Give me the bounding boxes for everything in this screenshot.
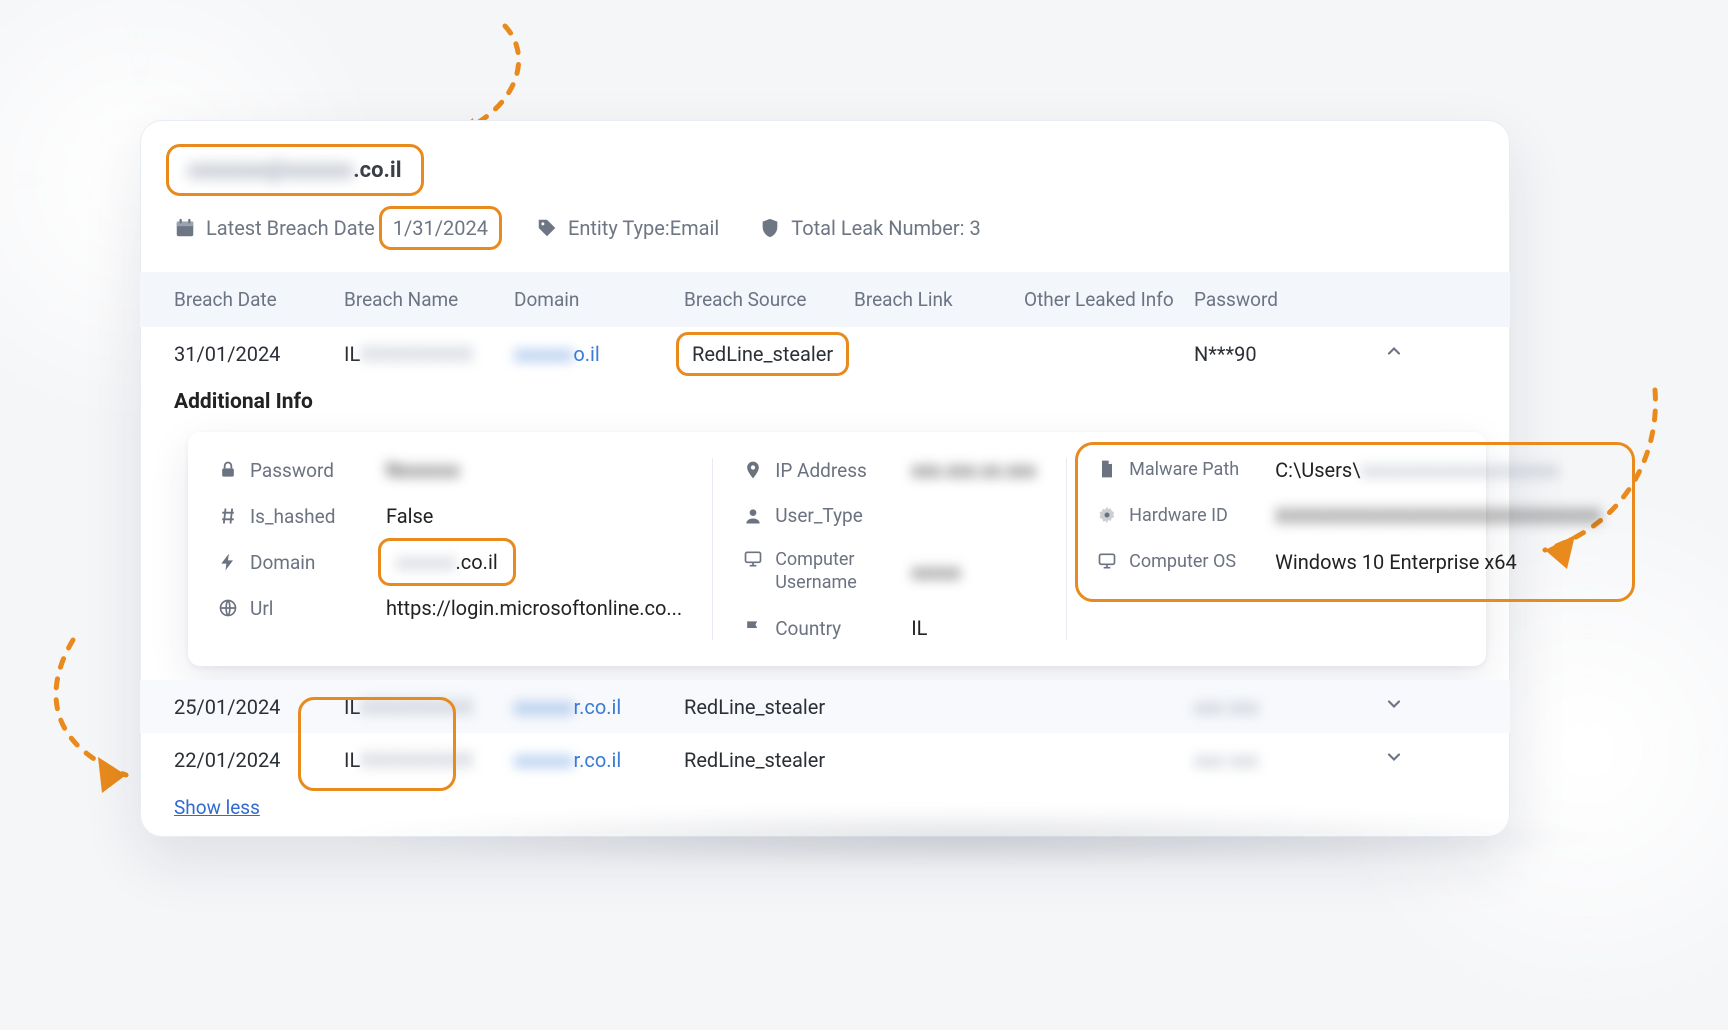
label-domain: Domain — [250, 551, 315, 574]
flag-icon — [743, 618, 763, 638]
monitor-icon — [1097, 551, 1117, 571]
col-domain: Domain — [514, 288, 684, 311]
cell-source: RedLine_stealer — [684, 695, 854, 719]
cell-domain[interactable]: xxxxxxr.co.il — [514, 748, 684, 772]
value-is-hashed: False — [386, 504, 682, 528]
additional-info-card: Password Nxxxxxx Is_hashed False Domain … — [188, 432, 1486, 666]
cell-domain[interactable]: xxxxxxo.il — [514, 342, 684, 366]
col-other-leaked: Other Leaked Info — [1024, 288, 1194, 311]
value-computer-os: Windows 10 Enterprise x64 — [1275, 550, 1601, 574]
pin-icon — [743, 460, 763, 480]
value-hardware-id: XXXXXXXXXXXXXXXXXXXXXXXXXX — [1275, 504, 1601, 528]
value-url: https://login.microsoftonline.co... — [386, 596, 682, 620]
monitor-icon — [743, 549, 763, 569]
cell-date: 25/01/2024 — [174, 695, 344, 719]
cell-name: ILXXXXXXXXX — [344, 695, 514, 719]
breach-detail-panel: xxxxxxx@xxxxxx .co.il Latest Breach Date… — [140, 120, 1510, 837]
cell-name: ILXXXXXXXXX — [344, 748, 514, 772]
value-computer-username: xxxxx — [911, 560, 1036, 584]
cell-password: N***90 — [1194, 342, 1354, 366]
table-header: Breach Date Breach Name Domain Breach So… — [140, 272, 1510, 327]
label-is-hashed: Is_hashed — [250, 505, 335, 528]
value-malware-path: C:\Users\xxxxxxxxxxxxxxxxxxxx — [1275, 458, 1601, 482]
col-password: Password — [1194, 288, 1354, 311]
cell-date: 31/01/2024 — [174, 342, 344, 366]
globe-icon — [218, 598, 238, 618]
panel-shadow — [320, 807, 1610, 867]
additional-info-title: Additional Info — [140, 380, 1510, 422]
hash-icon — [218, 506, 238, 526]
cell-source: RedLine_stealer — [684, 748, 854, 772]
label-country: Country — [775, 617, 841, 640]
summary-meta-row: Latest Breach Date 1/31/2024 Entity Type… — [174, 210, 1476, 264]
label-computer-os: Computer OS — [1129, 551, 1236, 574]
user-icon — [743, 506, 763, 526]
cell-name: ILXXXXXXXXX — [344, 342, 514, 366]
show-less-link[interactable]: Show less — [174, 796, 260, 819]
cell-password: xxx xxx — [1194, 748, 1354, 772]
label-malware-path: Malware Path — [1129, 459, 1239, 482]
label-url: Url — [250, 597, 273, 620]
value-ip: xxx.xxx.xx.xxx — [911, 458, 1036, 482]
col-breach-name: Breach Name — [344, 288, 514, 311]
chevron-down-icon[interactable] — [1354, 747, 1434, 772]
label-user-type: User_Type — [775, 504, 863, 527]
value-password: Nxxxxxx — [386, 458, 682, 482]
tag-icon — [536, 217, 558, 239]
lock-icon — [218, 460, 238, 480]
col-breach-source: Breach Source — [684, 288, 854, 311]
file-icon — [1097, 459, 1117, 479]
entity-type: Entity Type:Email — [536, 216, 719, 240]
latest-breach-date: Latest Breach Date 1/31/2024 — [174, 214, 496, 242]
table-row[interactable]: 25/01/2024 ILXXXXXXXXX xxxxxxr.co.il Red… — [140, 680, 1510, 733]
cell-source: RedLine_stealer — [684, 342, 854, 366]
chevron-down-icon[interactable] — [1354, 694, 1434, 719]
cog-icon — [1097, 505, 1117, 525]
email-title: xxxxxxx@xxxxxx .co.il — [174, 148, 416, 192]
table-row[interactable]: 22/01/2024 ILXXXXXXXXX xxxxxxr.co.il Red… — [140, 733, 1510, 786]
shield-icon — [759, 217, 781, 239]
total-leak-number: Total Leak Number: 3 — [759, 216, 980, 240]
value-country: IL — [911, 616, 1036, 640]
label-password: Password — [250, 459, 334, 482]
cell-date: 22/01/2024 — [174, 748, 344, 772]
cell-password: xxx xxx — [1194, 695, 1354, 719]
label-hardware-id: Hardware ID — [1129, 505, 1228, 528]
table-row[interactable]: 31/01/2024 ILXXXXXXXXX xxxxxxo.il RedLin… — [140, 327, 1510, 380]
chevron-up-icon[interactable] — [1354, 341, 1434, 366]
col-breach-date: Breach Date — [174, 288, 344, 311]
cell-domain[interactable]: xxxxxxr.co.il — [514, 695, 684, 719]
value-domain: xxxxxx.co.il — [386, 550, 682, 574]
calendar-icon — [174, 217, 196, 239]
bolt-icon — [218, 552, 238, 572]
latest-breach-value: 1/31/2024 — [393, 216, 488, 240]
col-breach-link: Breach Link — [854, 288, 1024, 311]
label-ip: IP Address — [775, 459, 867, 482]
label-computer-username: Computer Username — [775, 549, 893, 594]
